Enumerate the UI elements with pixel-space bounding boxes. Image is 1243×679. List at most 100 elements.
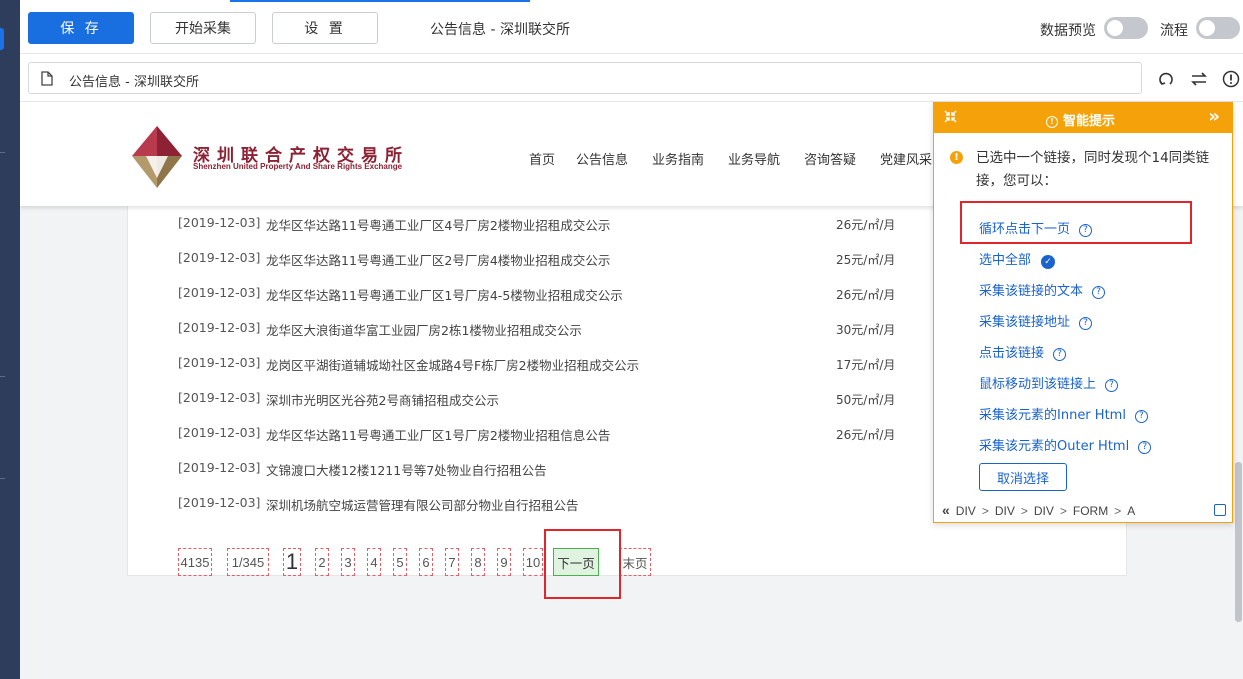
action-label: 点击该链接 bbox=[979, 346, 1045, 361]
list-item[interactable]: [2019-12-03] 深圳机场航空城运营管理有限公司部分物业自行招租公告 bbox=[178, 495, 579, 515]
pager-page-link[interactable]: 3 bbox=[341, 548, 355, 576]
list-item-title[interactable]: 深圳市光明区光谷苑2号商铺招租成交公示 bbox=[266, 390, 499, 409]
list-item-title[interactable]: 文锦渡口大楼12楼1211号等7处物业自行招租公告 bbox=[266, 460, 547, 479]
list-item[interactable]: [2019-12-03] 龙华区华达路11号粤通工业厂区2号厂房4楼物业招租成交公… bbox=[178, 250, 610, 270]
exchange-logo bbox=[128, 126, 186, 192]
address-text: 公告信息 - 深圳联交所 bbox=[69, 75, 199, 90]
panel-title: 智能提示 bbox=[1063, 114, 1116, 129]
list-item-date: [2019-12-03] bbox=[178, 355, 261, 370]
list-item[interactable]: [2019-12-03] 深圳市光明区光谷苑2号商铺招租成交公示 bbox=[178, 390, 499, 410]
double-chevron-right-icon[interactable]: » bbox=[1208, 106, 1220, 127]
data-preview-toggle[interactable] bbox=[1104, 17, 1148, 39]
cancel-selection-button[interactable]: 取消选择 bbox=[979, 463, 1067, 491]
nav-party-building[interactable]: 党建风采 bbox=[880, 149, 932, 168]
list-item[interactable]: [2019-12-03] 龙华区华达路11号粤通工业厂区1号厂房2楼物业招租信息公… bbox=[178, 425, 610, 445]
list-item-price: 26元/㎡/月 bbox=[836, 218, 896, 232]
warning-icon: ! bbox=[950, 151, 963, 164]
save-button[interactable]: 保 存 bbox=[28, 12, 134, 44]
active-indicator bbox=[0, 28, 4, 50]
toggle-knob bbox=[1199, 20, 1215, 36]
list-item-price: 26元/㎡/月 bbox=[836, 428, 896, 442]
pager-page-link[interactable]: 5 bbox=[393, 548, 407, 576]
breadcrumb-separator: > bbox=[1059, 504, 1067, 518]
help-icon[interactable]: ? bbox=[1105, 379, 1119, 392]
active-tab-line bbox=[230, 0, 530, 2]
info-icon[interactable] bbox=[1222, 70, 1240, 88]
pager-page-link[interactable]: 8 bbox=[471, 548, 485, 576]
smart-hint-panel: ! 智能提示 » ! 已选中一个链接，同时发现个14同类链接，您可以： 循环点击下… bbox=[933, 102, 1233, 523]
list-item-price: 17元/㎡/月 bbox=[836, 358, 896, 372]
double-chevron-left-icon[interactable]: « bbox=[942, 502, 950, 518]
list-item-date: [2019-12-03] bbox=[178, 285, 261, 300]
breadcrumb-item[interactable]: A bbox=[1127, 504, 1135, 518]
action-collect-inner-html[interactable]: 采集该元素的Inner Html? bbox=[979, 404, 1148, 423]
start-collect-button[interactable]: 开始采集 bbox=[150, 12, 256, 44]
pager-page-link[interactable]: 4 bbox=[367, 548, 381, 576]
nav-announcements[interactable]: 公告信息 bbox=[576, 149, 628, 168]
list-item-date: [2019-12-03] bbox=[178, 215, 261, 230]
pager-page-of: 1/345 bbox=[227, 548, 269, 576]
nav-faq[interactable]: 咨询答疑 bbox=[804, 149, 856, 168]
top-toolbar: 保 存 开始采集 设 置 公告信息 - 深圳联交所 数据预览 流程 bbox=[20, 0, 1243, 54]
nav-home[interactable]: 首页 bbox=[529, 149, 555, 168]
help-icon[interactable]: ? bbox=[1053, 348, 1067, 361]
action-collect-outer-html[interactable]: 采集该元素的Outer Html? bbox=[979, 435, 1152, 454]
action-select-all[interactable]: 选中全部 ✓ bbox=[979, 249, 1056, 269]
breadcrumb-item[interactable]: DIV bbox=[995, 504, 1015, 518]
scrollbar-thumb[interactable] bbox=[1235, 462, 1242, 622]
breadcrumb-item[interactable]: FORM bbox=[1073, 504, 1108, 518]
list-item-price: 50元/㎡/月 bbox=[836, 393, 896, 407]
list-item[interactable]: [2019-12-03] 龙岗区平湖街道辅城坳社区金城路4号F栋厂房2楼物业招租成… bbox=[178, 355, 639, 375]
help-icon[interactable]: ? bbox=[1138, 441, 1152, 454]
address-bar[interactable]: 公告信息 - 深圳联交所 bbox=[28, 62, 1142, 94]
list-item[interactable]: [2019-12-03] 龙华区华达路11号粤通工业厂区4号厂房2楼物业招租成交公… bbox=[178, 215, 610, 235]
nav-business-navigation[interactable]: 业务导航 bbox=[728, 149, 780, 168]
list-item-title[interactable]: 龙华区华达路11号粤通工业厂区4号厂房2楼物业招租成交公示 bbox=[266, 215, 610, 234]
pager-page-link[interactable]: 2 bbox=[315, 548, 329, 576]
action-label: 采集该元素的Outer Html bbox=[979, 439, 1130, 454]
list-item-title[interactable]: 龙华区华达路11号粤通工业厂区1号厂房4-5楼物业招租成交公示 bbox=[266, 285, 623, 304]
list-item-title[interactable]: 深圳机场航空城运营管理有限公司部分物业自行招租公告 bbox=[266, 495, 579, 514]
list-item-title[interactable]: 龙华区华达路11号粤通工业厂区1号厂房2楼物业招租信息公告 bbox=[266, 425, 610, 444]
pager-page-link[interactable]: 9 bbox=[497, 548, 511, 576]
data-preview-label: 数据预览 bbox=[1040, 23, 1096, 39]
pager-page-link[interactable]: 10 bbox=[523, 548, 543, 576]
breadcrumb-item[interactable]: DIV bbox=[956, 504, 976, 518]
toggle-knob bbox=[1107, 20, 1123, 36]
list-item-title[interactable]: 龙岗区平湖街道辅城坳社区金城路4号F栋厂房2楼物业招租成交公示 bbox=[266, 355, 639, 374]
action-collect-link-url[interactable]: 采集该链接地址? bbox=[979, 311, 1093, 330]
pager-page-link[interactable]: 6 bbox=[419, 548, 433, 576]
list-item-title[interactable]: 龙华区大浪街道华富工业园厂房2栋1楼物业招租成交公示 bbox=[266, 320, 582, 339]
nav-business-guide[interactable]: 业务指南 bbox=[652, 149, 704, 168]
highlight-box-next-page bbox=[544, 529, 621, 599]
sidebar-tick bbox=[0, 376, 5, 377]
list-item-price: 30元/㎡/月 bbox=[836, 323, 896, 337]
breadcrumb-item[interactable]: DIV bbox=[1034, 504, 1054, 518]
pager-last-page-link[interactable]: 末页 bbox=[619, 548, 651, 576]
help-icon[interactable]: ? bbox=[1092, 286, 1106, 299]
expand-corner-icon[interactable] bbox=[1214, 504, 1226, 516]
list-item-date: [2019-12-03] bbox=[178, 390, 261, 405]
flow-toggle[interactable] bbox=[1196, 17, 1240, 39]
refresh-icon[interactable] bbox=[1157, 70, 1175, 88]
list-item[interactable]: [2019-12-03] 文锦渡口大楼12楼1211号等7处物业自行招租公告 bbox=[178, 460, 547, 480]
switch-icon[interactable] bbox=[1190, 70, 1208, 88]
info-circle-icon: ! bbox=[1046, 116, 1058, 128]
action-click-link[interactable]: 点击该链接? bbox=[979, 342, 1067, 361]
list-item[interactable]: [2019-12-03] 龙华区华达路11号粤通工业厂区1号厂房4-5楼物业招租成… bbox=[178, 285, 623, 305]
list-item-date: [2019-12-03] bbox=[178, 425, 261, 440]
pager-page-link[interactable]: 7 bbox=[445, 548, 459, 576]
action-label: 采集该链接地址 bbox=[979, 315, 1071, 330]
list-item-title[interactable]: 龙华区华达路11号粤通工业厂区2号厂房4楼物业招租成交公示 bbox=[266, 250, 610, 269]
page-title: 公告信息 - 深圳联交所 bbox=[430, 22, 570, 38]
breadcrumb-separator: > bbox=[1114, 504, 1122, 518]
help-icon[interactable]: ? bbox=[1134, 410, 1148, 423]
action-hover-link[interactable]: 鼠标移动到该链接上? bbox=[979, 373, 1119, 392]
element-path-breadcrumb: « DIV > DIV > DIV > FORM > A bbox=[942, 502, 1135, 518]
list-item[interactable]: [2019-12-03] 龙华区大浪街道华富工业园厂房2栋1楼物业招租成交公示 bbox=[178, 320, 582, 340]
settings-button[interactable]: 设 置 bbox=[272, 12, 378, 44]
panel-message: 已选中一个链接，同时发现个14同类链接，您可以： bbox=[976, 150, 1210, 189]
help-icon[interactable]: ? bbox=[1079, 317, 1093, 330]
shrink-icon[interactable] bbox=[944, 110, 957, 127]
action-collect-link-text[interactable]: 采集该链接的文本? bbox=[979, 280, 1106, 299]
